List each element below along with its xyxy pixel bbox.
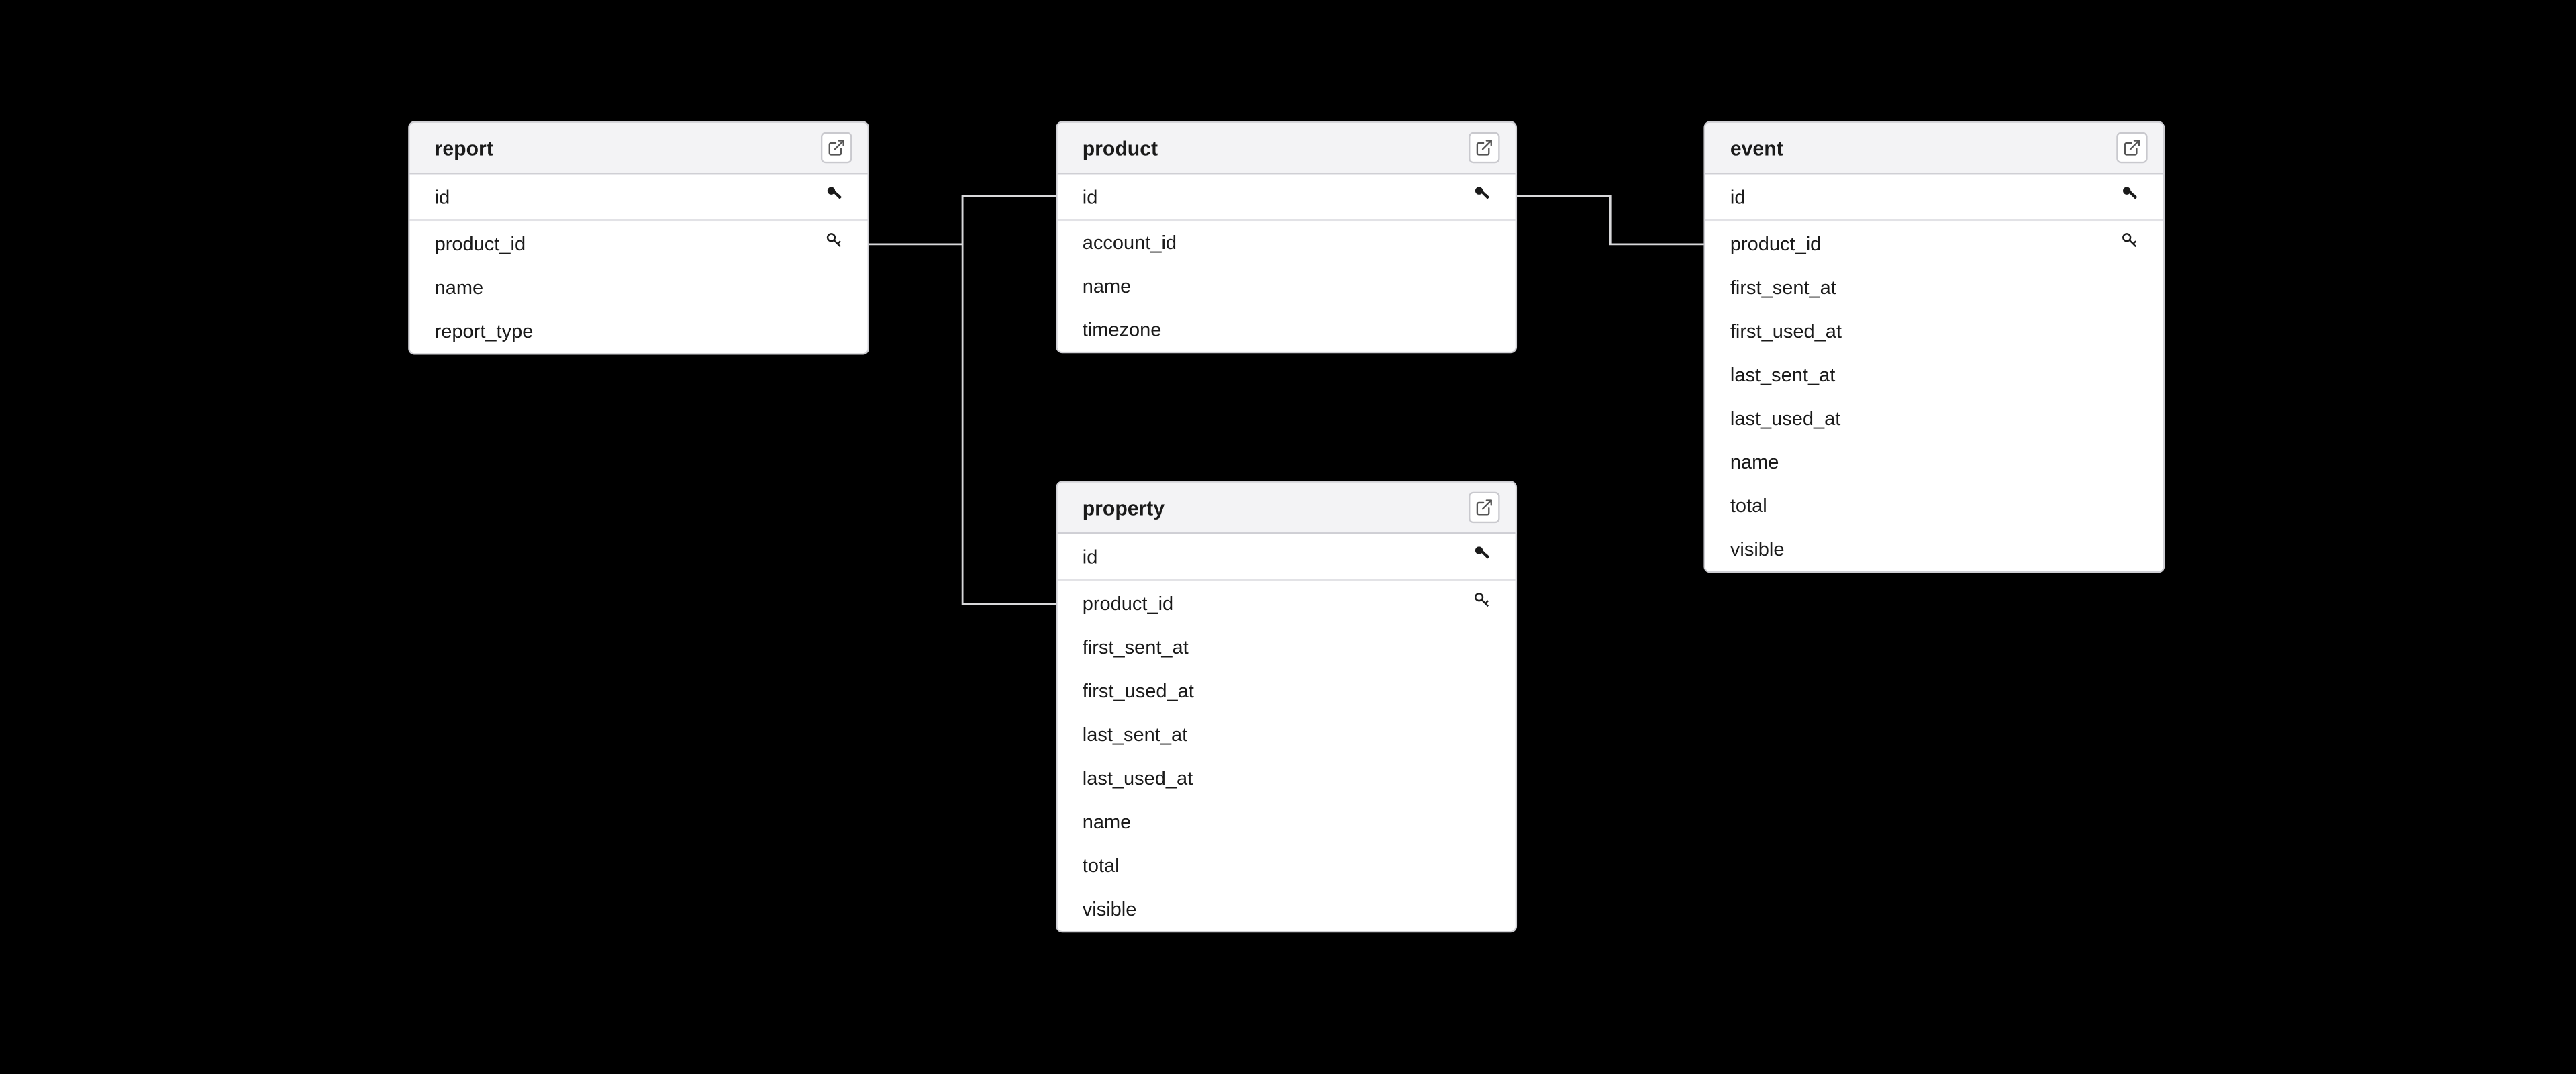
field-row: account_id bbox=[1058, 221, 1516, 264]
field-row: last_used_at bbox=[1058, 756, 1516, 800]
field-row: last_used_at bbox=[1705, 397, 2163, 440]
field-name: total bbox=[1730, 495, 1767, 516]
field-row: product_id bbox=[1705, 221, 2163, 266]
field-name: name bbox=[435, 277, 484, 299]
table-title: product bbox=[1083, 136, 1158, 160]
field-row: visible bbox=[1705, 528, 2163, 571]
field-row: id bbox=[1058, 174, 1516, 221]
field-name: name bbox=[1083, 811, 1132, 832]
field-name: id bbox=[1730, 186, 1746, 207]
relation-connector bbox=[869, 196, 1056, 244]
external-link-icon[interactable] bbox=[2116, 132, 2147, 163]
table-header: product bbox=[1058, 123, 1516, 175]
table-report: report id product_idname report_type bbox=[408, 121, 869, 355]
table-fields: id product_id first_sent_at first_used_atla… bbox=[1705, 174, 2163, 571]
table-fields: id account_idname timezone bbox=[1058, 174, 1516, 351]
foreign-key-icon bbox=[824, 230, 846, 256]
field-name: last_used_at bbox=[1730, 407, 1840, 429]
field-row: name bbox=[1058, 264, 1516, 308]
field-row: first_sent_at bbox=[1705, 266, 2163, 309]
primary-key-icon bbox=[2120, 183, 2141, 209]
external-link-icon[interactable] bbox=[1469, 492, 1499, 523]
field-row: name bbox=[410, 266, 868, 309]
field-name: visible bbox=[1730, 538, 1785, 560]
diagram-stage: reportidproduct_idnamereport_typeproduct… bbox=[66, 28, 2510, 1046]
table-fields: id product_idname report_type bbox=[410, 174, 868, 353]
field-row: product_id bbox=[410, 221, 868, 266]
field-name: id bbox=[435, 186, 450, 207]
field-row: visible bbox=[1058, 887, 1516, 931]
field-row: id bbox=[1058, 534, 1516, 581]
table-title: event bbox=[1730, 136, 1783, 160]
table-header: report bbox=[410, 123, 868, 175]
field-name: report_type bbox=[435, 321, 534, 342]
field-row: total bbox=[1705, 484, 2163, 528]
field-row: id bbox=[410, 174, 868, 221]
table-property: property id product_id first_sent_at first_u… bbox=[1056, 481, 1517, 932]
primary-key-icon bbox=[1472, 183, 1493, 209]
field-name: product_id bbox=[435, 232, 526, 254]
field-name: last_sent_at bbox=[1083, 724, 1187, 745]
field-row: report_type bbox=[410, 309, 868, 353]
foreign-key-icon bbox=[1472, 590, 1493, 616]
table-title: property bbox=[1083, 496, 1165, 520]
field-row: name bbox=[1058, 800, 1516, 844]
field-name: first_used_at bbox=[1730, 321, 1842, 342]
field-row: first_used_at bbox=[1705, 309, 2163, 353]
field-name: first_used_at bbox=[1083, 680, 1194, 701]
field-name: first_sent_at bbox=[1083, 636, 1189, 658]
field-name: product_id bbox=[1730, 232, 1821, 254]
field-name: account_id bbox=[1083, 232, 1177, 253]
field-name: name bbox=[1083, 275, 1132, 297]
external-link-icon[interactable] bbox=[1469, 132, 1499, 163]
table-fields: id product_id first_sent_at first_used_atla… bbox=[1058, 534, 1516, 931]
field-row: id bbox=[1705, 174, 2163, 221]
table-event: event id product_id first_sent_at first_used… bbox=[1703, 121, 2165, 573]
primary-key-icon bbox=[1472, 543, 1493, 569]
field-name: total bbox=[1083, 855, 1120, 876]
field-name: first_sent_at bbox=[1730, 277, 1836, 299]
external-link-icon[interactable] bbox=[821, 132, 852, 163]
field-row: last_sent_at bbox=[1058, 713, 1516, 756]
table-header: property bbox=[1058, 483, 1516, 534]
field-name: id bbox=[1083, 546, 1098, 567]
field-row: timezone bbox=[1058, 308, 1516, 352]
primary-key-icon bbox=[824, 183, 846, 209]
table-header: event bbox=[1705, 123, 2163, 175]
relation-connector bbox=[1517, 196, 1703, 244]
field-row: product_id bbox=[1058, 581, 1516, 626]
field-name: last_sent_at bbox=[1730, 364, 1835, 385]
field-row: name bbox=[1705, 440, 2163, 484]
table-product: product id account_idname timezone bbox=[1056, 121, 1517, 354]
field-row: total bbox=[1058, 844, 1516, 887]
field-row: last_sent_at bbox=[1705, 353, 2163, 397]
field-name: timezone bbox=[1083, 319, 1162, 340]
relation-connector bbox=[962, 196, 1056, 604]
field-name: visible bbox=[1083, 898, 1137, 920]
field-row: first_sent_at bbox=[1058, 626, 1516, 669]
table-title: report bbox=[435, 136, 493, 160]
field-row: first_used_at bbox=[1058, 669, 1516, 713]
field-name: last_used_at bbox=[1083, 767, 1193, 789]
foreign-key-icon bbox=[2120, 230, 2141, 256]
field-name: product_id bbox=[1083, 592, 1173, 614]
field-name: id bbox=[1083, 186, 1098, 207]
field-name: name bbox=[1730, 451, 1779, 473]
